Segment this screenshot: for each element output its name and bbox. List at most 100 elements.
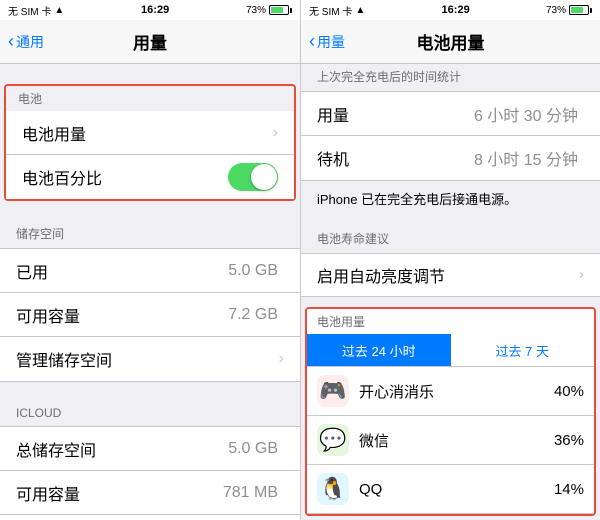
battery-red-outline: 电池 电池用量 › 电池百分比 xyxy=(4,84,296,201)
app-percent: 14% xyxy=(554,481,584,498)
app-icon: 🐧 xyxy=(317,473,349,505)
charge-stats-section: 上次完全充电后的时间统计 用量 6 小时 30 分钟 待机 8 小时 15 分钟 xyxy=(301,64,600,181)
storage-manage-label: 管理储存空间 xyxy=(16,347,279,371)
battery-icon-right xyxy=(569,5,592,15)
battery-tip-r xyxy=(590,8,592,13)
icloud-total-value: 5.0 GB xyxy=(228,440,278,458)
storage-list: 已用 5.0 GB 可用容量 7.2 GB 管理储存空间 › xyxy=(0,248,300,382)
battery-fill xyxy=(271,7,283,13)
carrier-label: 无 SIM 卡 xyxy=(8,3,51,18)
app-name: 开心消消乐 xyxy=(359,381,554,402)
right-panel: 无 SIM 卡 ▲ 16:29 73% ‹ 用量 电池用量 上次完全充电后的时间… xyxy=(300,0,600,520)
battery-list: 电池用量 › 电池百分比 xyxy=(6,111,294,199)
battery-body xyxy=(269,5,289,15)
toggle-knob xyxy=(251,164,277,190)
status-bar-left: 无 SIM 卡 ▲ 16:29 73% xyxy=(0,0,300,20)
battery-fill-r xyxy=(571,7,583,13)
usage-stat-item: 用量 6 小时 30 分钟 xyxy=(301,92,600,136)
left-content: 电池 电池用量 › 电池百分比 储存空间 xyxy=(0,64,300,520)
back-label-left: 通用 xyxy=(16,32,44,52)
storage-manage-item[interactable]: 管理储存空间 › xyxy=(0,337,300,381)
auto-brightness-label: 启用自动亮度调节 xyxy=(317,263,579,287)
icloud-section: ICLOUD 总储存空间 5.0 GB 可用容量 781 MB 管理储存空间 › xyxy=(0,402,300,520)
advice-header: 电池寿命建议 xyxy=(301,226,600,253)
back-arrow-right: ‹ xyxy=(309,31,315,52)
storage-used-value: 5.0 GB xyxy=(228,262,278,280)
wifi-icon: ▲ xyxy=(54,5,64,16)
tab-7d-label: 过去 7 天 xyxy=(496,341,549,360)
standby-stat-label: 待机 xyxy=(317,146,474,170)
storage-used-item: 已用 5.0 GB xyxy=(0,249,300,293)
usage-stat-label: 用量 xyxy=(317,102,474,126)
storage-available-value: 7.2 GB xyxy=(228,306,278,324)
app-name: QQ xyxy=(359,481,554,498)
storage-section: 储存空间 已用 5.0 GB 可用容量 7.2 GB 管理储存空间 › xyxy=(0,221,300,382)
battery-percent-item: 电池百分比 xyxy=(6,155,294,199)
battery-usage-item[interactable]: 电池用量 › xyxy=(6,111,294,155)
battery-toggle[interactable] xyxy=(228,163,278,191)
app-icon: 💬 xyxy=(317,424,349,456)
left-panel: 无 SIM 卡 ▲ 16:29 73% ‹ 通用 用量 电池 xyxy=(0,0,300,520)
auto-brightness-arrow: › xyxy=(579,266,584,284)
tab-24h[interactable]: 过去 24 小时 xyxy=(307,334,451,366)
icloud-manage-item[interactable]: 管理储存空间 › xyxy=(0,515,300,520)
icloud-header: ICLOUD xyxy=(0,402,300,426)
storage-used-label: 已用 xyxy=(16,259,228,283)
time-right: 16:29 xyxy=(442,4,470,16)
back-button-left[interactable]: ‹ 通用 xyxy=(8,31,44,52)
battery-body-r xyxy=(569,5,589,15)
icloud-available-item: 可用容量 781 MB xyxy=(0,471,300,515)
standby-stat-value: 8 小时 15 分钟 xyxy=(474,146,578,170)
battery-tip xyxy=(290,8,292,13)
tab-7d[interactable]: 过去 7 天 xyxy=(451,334,595,366)
app-percent: 40% xyxy=(554,383,584,400)
status-right-left: 73% xyxy=(246,5,292,16)
advice-section: 电池寿命建议 启用自动亮度调节 › xyxy=(301,226,600,297)
status-right-right: 73% xyxy=(546,5,592,16)
storage-manage-arrow: › xyxy=(279,350,284,368)
status-left: 无 SIM 卡 ▲ xyxy=(8,3,64,18)
storage-available-item: 可用容量 7.2 GB xyxy=(0,293,300,337)
carrier-label-right: 无 SIM 卡 xyxy=(309,3,352,18)
charge-stats-header: 上次完全充电后的时间统计 xyxy=(301,64,600,91)
auto-brightness-item[interactable]: 启用自动亮度调节 › xyxy=(301,253,600,297)
usage-stat-value: 6 小时 30 分钟 xyxy=(474,102,578,126)
icloud-total-item: 总储存空间 5.0 GB xyxy=(0,427,300,471)
battery-header: 电池 xyxy=(6,86,294,111)
battery-usage-box: 电池用量 过去 24 小时 过去 7 天 🎮 开心消消乐 40% 💬 微信 36… xyxy=(305,307,596,516)
battery-section: 电池 电池用量 › 电池百分比 xyxy=(0,84,300,201)
battery-percent-left: 73% xyxy=(246,5,266,16)
back-label-right: 用量 xyxy=(317,32,345,52)
icloud-available-label: 可用容量 xyxy=(16,481,223,505)
storage-header: 储存空间 xyxy=(0,221,300,248)
battery-percent-right: 73% xyxy=(546,5,566,16)
status-bar-right: 无 SIM 卡 ▲ 16:29 73% xyxy=(301,0,600,20)
back-button-right[interactable]: ‹ 用量 xyxy=(309,31,345,52)
battery-icon-left xyxy=(269,5,292,15)
wifi-icon-right: ▲ xyxy=(355,5,365,16)
app-row: 🎮 开心消消乐 40% xyxy=(307,367,594,416)
time-left: 16:29 xyxy=(141,4,169,16)
status-left-right: 无 SIM 卡 ▲ xyxy=(309,3,365,18)
charge-note: iPhone 已在完全充电后接通电源。 xyxy=(301,181,600,216)
app-row: 🐧 QQ 14% xyxy=(307,465,594,514)
standby-stat-item: 待机 8 小时 15 分钟 xyxy=(301,136,600,180)
app-row: 💬 微信 36% xyxy=(307,416,594,465)
icloud-list: 总储存空间 5.0 GB 可用容量 781 MB 管理储存空间 › xyxy=(0,426,300,520)
icloud-available-value: 781 MB xyxy=(223,484,278,502)
nav-title-right: 电池用量 xyxy=(417,29,485,54)
app-percent: 36% xyxy=(554,432,584,449)
battery-usage-box-header: 电池用量 xyxy=(307,309,594,334)
nav-bar-left: ‹ 通用 用量 xyxy=(0,20,300,64)
app-icon: 🎮 xyxy=(317,375,349,407)
nav-bar-right: ‹ 用量 电池用量 xyxy=(301,20,600,64)
back-arrow-left: ‹ xyxy=(8,31,14,52)
charge-stats-list: 用量 6 小时 30 分钟 待机 8 小时 15 分钟 xyxy=(301,91,600,181)
battery-usage-arrow: › xyxy=(273,124,278,142)
app-list: 🎮 开心消消乐 40% 💬 微信 36% 🐧 QQ 14% xyxy=(307,367,594,514)
tab-24h-label: 过去 24 小时 xyxy=(342,341,416,360)
storage-available-label: 可用容量 xyxy=(16,303,228,327)
icloud-total-label: 总储存空间 xyxy=(16,437,228,461)
nav-title-left: 用量 xyxy=(133,29,167,54)
app-name: 微信 xyxy=(359,430,554,451)
